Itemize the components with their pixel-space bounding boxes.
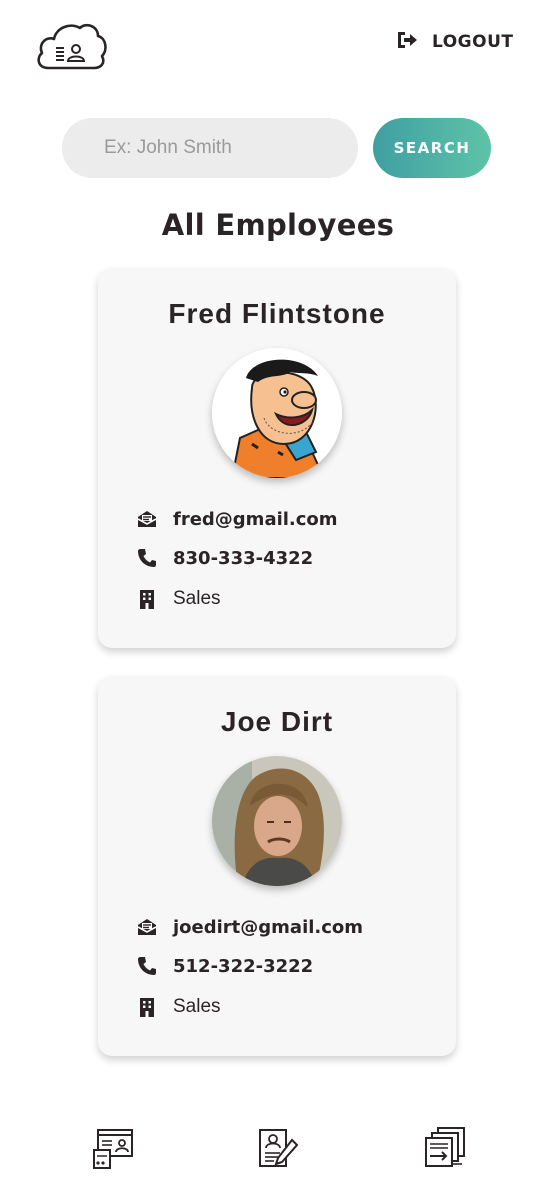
app-header: LOGOUT — [0, 0, 556, 90]
employee-phone-row: 512-322-3222 — [136, 955, 313, 977]
page-title: All Employees — [161, 208, 395, 242]
employee-name: Joe Dirt — [220, 706, 334, 737]
nav-directory-button[interactable] — [92, 1126, 136, 1170]
avatar — [212, 348, 342, 478]
sign-out-icon — [396, 30, 418, 54]
employee-department-row: Sales — [136, 996, 221, 1018]
employee-department: Sales — [173, 588, 221, 609]
envelope-open-icon — [136, 508, 158, 530]
nav-profile-edit-button[interactable] — [256, 1126, 300, 1170]
bottom-nav — [0, 1120, 556, 1180]
employee-directory-icon — [93, 1129, 133, 1169]
employee-department-row: Sales — [136, 588, 221, 610]
employee-department: Sales — [173, 996, 221, 1017]
employee-email: fred@gmail.com — [173, 508, 338, 530]
nav-records-button[interactable] — [422, 1126, 466, 1170]
employee-email-row: joedirt@gmail.com — [136, 916, 363, 938]
logout-label: LOGOUT — [432, 32, 514, 52]
phone-icon — [136, 547, 158, 569]
employee-phone: 830-333-4322 — [173, 547, 314, 569]
employee-email-row: fred@gmail.com — [136, 508, 338, 530]
logout-button[interactable]: LOGOUT — [396, 30, 513, 54]
records-transfer-icon — [425, 1127, 465, 1167]
avatar — [212, 756, 342, 886]
employee-profile-edit-icon — [259, 1129, 299, 1167]
employee-email: joedirt@gmail.com — [173, 916, 364, 938]
building-icon — [136, 588, 158, 610]
employee-name: Fred Flintstone — [168, 298, 386, 329]
phone-icon — [136, 955, 158, 977]
search-button[interactable]: SEARCH — [373, 118, 491, 178]
employee-card[interactable]: Fred Flintstone fred@gmail.com 830-333-4… — [98, 268, 456, 648]
search-input[interactable] — [62, 118, 358, 178]
envelope-open-icon — [136, 916, 158, 938]
employee-phone-row: 830-333-4322 — [136, 547, 313, 569]
cloud-employee-icon[interactable] — [34, 20, 108, 72]
building-icon — [136, 996, 158, 1018]
employee-card[interactable]: Joe Dirt joedirt@gmail.com 512-322-3222 … — [98, 676, 456, 1056]
employee-phone: 512-322-3222 — [173, 955, 314, 977]
